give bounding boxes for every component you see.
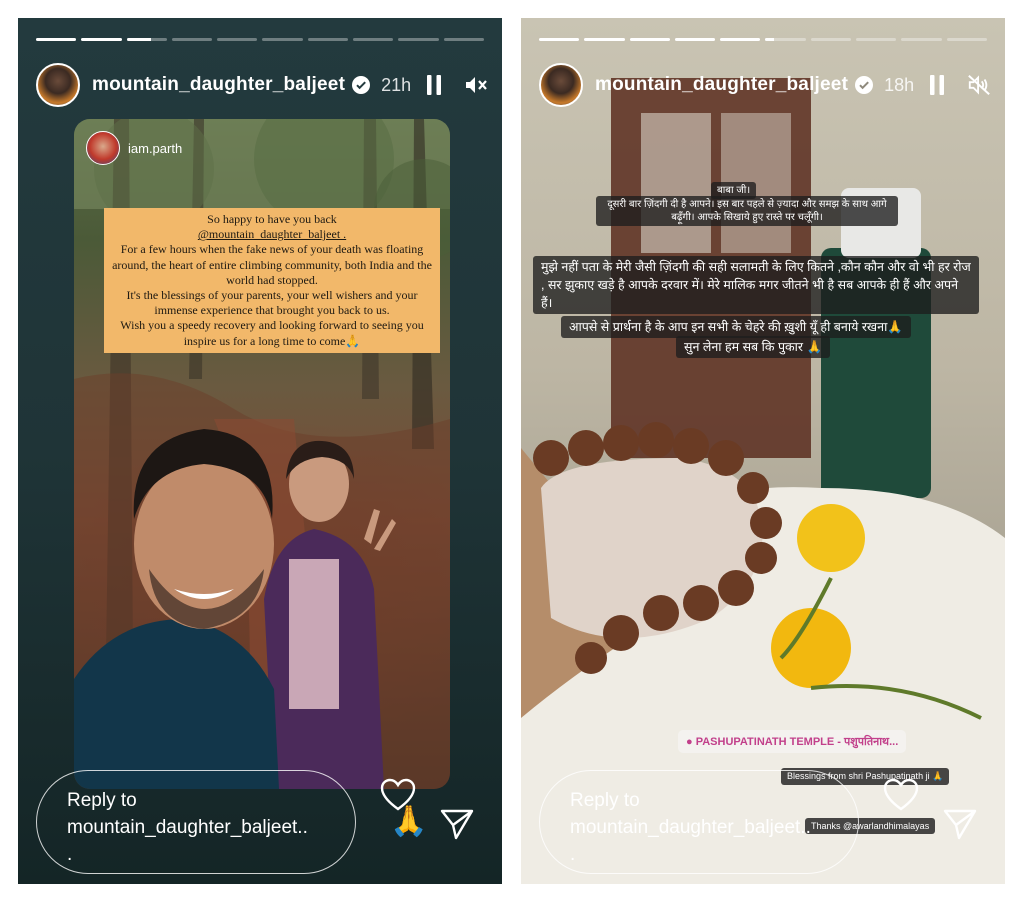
reply-input[interactable]: Reply to mountain_daughter_baljeet.. . <box>36 770 356 874</box>
progress-segment <box>856 38 897 41</box>
caption-line: So happy to have you back <box>207 212 337 226</box>
caption-line: It's the blessings of your parents, your… <box>126 288 418 318</box>
progress-bar <box>36 38 484 41</box>
reply-dot: . <box>67 844 73 865</box>
avatar[interactable] <box>36 63 80 107</box>
reshare-caption: So happy to have you back @mountain_daug… <box>104 208 440 353</box>
progress-segment <box>539 38 580 41</box>
story-header: mountain_daughter_baljeet 21h <box>36 62 488 108</box>
reply-placeholder: Reply to mountain_daughter_baljeet.. <box>67 790 308 838</box>
progress-segment <box>36 38 77 41</box>
mute-icon[interactable] <box>967 73 991 97</box>
reply-placeholder: Reply to mountain_daughter_baljeet.. <box>570 790 811 838</box>
progress-segment <box>946 38 987 41</box>
progress-segment <box>720 38 761 41</box>
location-pin-icon: ● <box>686 736 693 748</box>
reply-dot: . <box>570 844 576 865</box>
progress-segment <box>810 38 852 41</box>
progress-segment <box>353 38 394 41</box>
progress-segment <box>217 38 258 41</box>
progress-segment <box>81 38 122 41</box>
progress-segment <box>584 38 625 41</box>
reply-input[interactable]: Reply to mountain_daughter_baljeet.. . <box>539 770 859 874</box>
username[interactable]: mountain_daughter_baljeet <box>92 74 345 96</box>
progress-bar <box>539 38 987 41</box>
text-sticker: सुन लेना हम सब कि पुकार 🙏 <box>676 336 831 358</box>
progress-segment <box>307 38 349 41</box>
location-sticker[interactable]: ● PASHUPATINATH TEMPLE - पशुपतिनाथ... <box>678 730 907 753</box>
caption-line: Wish you a speedy recovery and looking f… <box>120 318 424 348</box>
text-sticker: आपसे से प्रार्थना है के आप इन सभी के चेह… <box>561 316 911 338</box>
reshare-avatar[interactable] <box>86 131 120 165</box>
story-right[interactable]: mountain_daughter_baljeet 18h बाबा जी। द… <box>521 18 1005 884</box>
pause-icon[interactable] <box>422 73 446 97</box>
send-icon[interactable] <box>440 808 474 840</box>
progress-segment <box>629 38 670 41</box>
caption-mention[interactable]: @mountain_daughter_baljeet . <box>110 227 434 242</box>
verified-badge-icon <box>855 76 874 94</box>
story-left[interactable]: mountain_daughter_baljeet 21h iam.parth … <box>18 18 502 884</box>
progress-segment <box>901 38 942 41</box>
location-label: PASHUPATINATH TEMPLE - पशुपतिनाथ... <box>695 736 899 748</box>
send-icon[interactable] <box>943 808 977 840</box>
reshared-post-card: iam.parth So happy to have you back @mou… <box>74 119 450 789</box>
progress-segment <box>398 38 439 41</box>
mute-icon[interactable] <box>464 73 488 97</box>
progress-segment <box>262 38 303 41</box>
pause-icon[interactable] <box>925 73 949 97</box>
avatar[interactable] <box>539 63 583 107</box>
progress-segment <box>443 38 484 41</box>
progress-segment <box>126 38 167 41</box>
text-sticker: मुझे नहीं पता के मेरी जैसी ज़िंदगी की सह… <box>533 256 979 314</box>
post-time: 21h <box>381 74 412 95</box>
verified-badge-icon <box>352 76 371 94</box>
progress-segment <box>765 38 806 41</box>
caption-line: For a few hours when the fake news of yo… <box>112 242 432 287</box>
heart-icon[interactable] <box>883 778 919 812</box>
progress-segment <box>171 38 213 41</box>
text-sticker: दूसरी बार ज़िंदगी दी है आपने। इस बार पहल… <box>596 196 898 226</box>
progress-segment <box>674 38 716 41</box>
story-header: mountain_daughter_baljeet 18h <box>539 62 991 108</box>
username[interactable]: mountain_daughter_baljeet <box>595 74 848 96</box>
rudraksha-photo <box>521 78 1005 884</box>
reaction-emoji[interactable]: 🙏 <box>390 804 427 839</box>
reshare-header: iam.parth <box>86 131 182 165</box>
post-time: 18h <box>884 74 915 95</box>
reshare-username[interactable]: iam.parth <box>128 141 182 156</box>
